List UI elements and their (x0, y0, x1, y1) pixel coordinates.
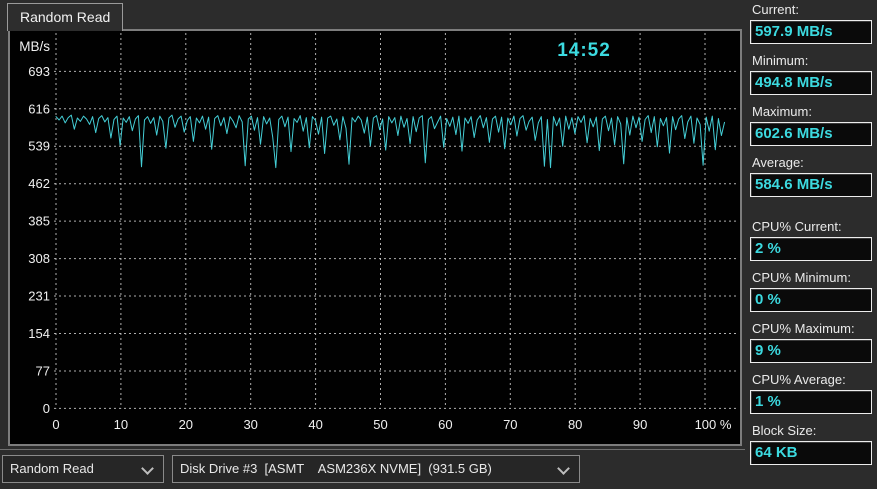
svg-text:30: 30 (243, 417, 257, 432)
stat-cpu-maximum: CPU% Maximum: 9 % (750, 321, 872, 363)
svg-text:20: 20 (179, 417, 193, 432)
stat-average-value: 584.6 MB/s (750, 173, 872, 197)
svg-text:693: 693 (28, 64, 50, 79)
stat-current-label: Current: (752, 2, 799, 17)
transfer-rate-chart: MB/s 693 616 539 462 385 308 231 154 77 00 10 20 30 40… (19, 33, 737, 432)
svg-text:70: 70 (503, 417, 517, 432)
svg-text:60: 60 (438, 417, 452, 432)
test-type-selected-value: Random Read (10, 461, 94, 476)
stat-current: Current: 597.9 MB/s (750, 2, 872, 44)
svg-text:616: 616 (28, 101, 50, 116)
svg-text:77: 77 (36, 363, 50, 378)
svg-text:10: 10 (114, 417, 128, 432)
chart-panel: MB/s 693 616 539 462 385 308 231 154 77 0 0 10 20 30 40… (8, 29, 742, 446)
svg-text:539: 539 (28, 139, 50, 154)
svg-text:0: 0 (52, 417, 59, 432)
test-type-select[interactable]: Random Read (2, 455, 164, 483)
stat-average-label: Average: (752, 155, 804, 170)
stat-cpu-maximum-label: CPU% Maximum: (752, 321, 855, 336)
chart-timestamp: 14:52 (557, 40, 611, 61)
stat-block-size-value: 64 KB (750, 441, 872, 465)
stat-maximum: Maximum: 602.6 MB/s (750, 104, 872, 146)
svg-text:100 %: 100 % (695, 417, 732, 432)
stats-panel: Current: 597.9 MB/s Minimum: 494.8 MB/s … (750, 2, 872, 474)
stat-cpu-average: CPU% Average: 1 % (750, 372, 872, 414)
benchmark-window: { "tab": { "label": "Random Read" }, "ch… (0, 0, 877, 489)
svg-text:50: 50 (373, 417, 387, 432)
stat-maximum-label: Maximum: (752, 104, 812, 119)
stat-maximum-value: 602.6 MB/s (750, 122, 872, 146)
svg-text:308: 308 (28, 251, 50, 266)
tab-random-read[interactable]: Random Read (7, 3, 124, 31)
svg-text:231: 231 (28, 289, 50, 304)
stat-minimum-label: Minimum: (752, 53, 809, 68)
stat-minimum-value: 494.8 MB/s (750, 71, 872, 95)
stat-cpu-current: CPU% Current: 2 % (750, 219, 872, 261)
svg-text:154: 154 (28, 326, 50, 341)
svg-text:385: 385 (28, 214, 50, 229)
chevron-down-icon (141, 462, 154, 475)
svg-text:90: 90 (633, 417, 647, 432)
stat-average: Average: 584.6 MB/s (750, 155, 872, 197)
drive-selected-value: Disk Drive #3 [ASMT ASM236X NVME] (931.5… (180, 461, 492, 476)
stat-cpu-maximum-value: 9 % (750, 339, 872, 363)
svg-text:MB/s: MB/s (19, 39, 50, 54)
stat-minimum: Minimum: 494.8 MB/s (750, 53, 872, 95)
footer-separator (0, 449, 745, 450)
stat-block-size-label: Block Size: (752, 423, 817, 438)
stat-cpu-minimum: CPU% Minimum: 0 % (750, 270, 872, 312)
stat-cpu-minimum-label: CPU% Minimum: (752, 270, 851, 285)
svg-text:80: 80 (568, 417, 582, 432)
stat-cpu-average-value: 1 % (750, 390, 872, 414)
svg-text:0: 0 (43, 401, 50, 416)
stat-cpu-current-label: CPU% Current: (752, 219, 842, 234)
stat-cpu-current-value: 2 % (750, 237, 872, 261)
drive-select[interactable]: Disk Drive #3 [ASMT ASM236X NVME] (931.5… (172, 455, 580, 483)
stat-cpu-minimum-value: 0 % (750, 288, 872, 312)
stat-block-size: Block Size: 64 KB (750, 423, 872, 465)
chevron-down-icon (557, 462, 570, 475)
svg-text:462: 462 (28, 176, 50, 191)
stat-current-value: 597.9 MB/s (750, 20, 872, 44)
svg-text:40: 40 (308, 417, 322, 432)
stat-cpu-average-label: CPU% Average: (752, 372, 846, 387)
